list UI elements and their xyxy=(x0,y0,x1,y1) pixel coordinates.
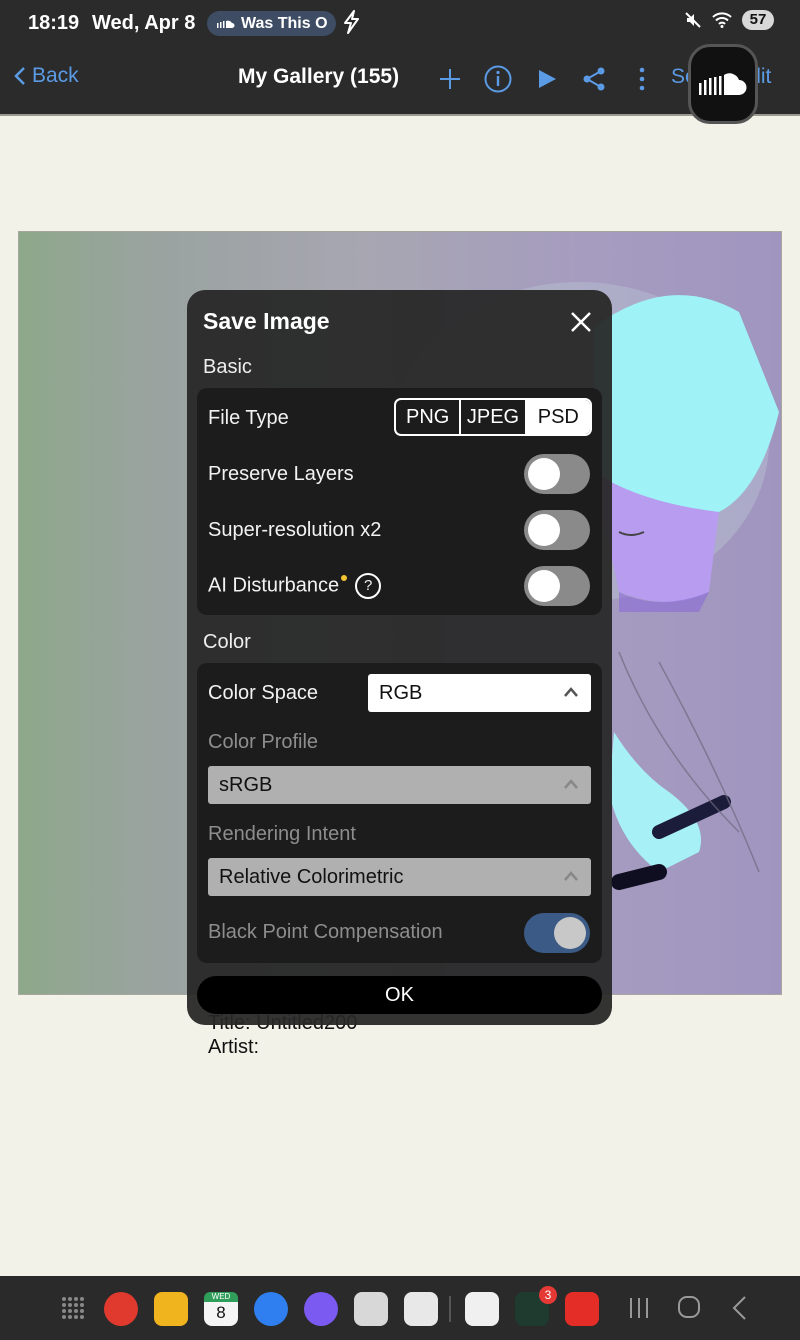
apps-grid-icon[interactable] xyxy=(61,1296,85,1320)
color-profile-label: Color Profile xyxy=(208,731,319,753)
recents-button[interactable] xyxy=(628,1296,650,1320)
rendering-intent-label: Rendering Intent xyxy=(208,823,356,845)
preserve-layers-label: Preserve Layers xyxy=(208,463,354,485)
ai-disturbance-toggle[interactable] xyxy=(524,566,590,606)
page-title: My Gallery (155) xyxy=(238,65,400,88)
color-profile-value: sRGB xyxy=(219,774,273,796)
dialog-title: Save Image xyxy=(203,308,330,334)
ai-disturbance-label: AI Disturbance xyxy=(208,574,340,597)
add-button[interactable] xyxy=(433,62,467,96)
dock-divider xyxy=(449,1296,451,1322)
super-resolution-label: Super-resolution x2 xyxy=(208,519,382,541)
battery-indicator: 57 xyxy=(742,10,774,30)
close-button[interactable] xyxy=(569,310,593,334)
ibispaint-app-icon[interactable] xyxy=(465,1292,499,1326)
file-type-psd[interactable]: PSD xyxy=(524,400,590,434)
app-folder-icon[interactable] xyxy=(404,1292,438,1326)
internet-app-icon[interactable] xyxy=(304,1292,338,1326)
charge-app-icon[interactable]: 3 xyxy=(515,1286,557,1326)
notification-badge: 3 xyxy=(539,1286,557,1304)
artwork-artist: Artist: xyxy=(208,1036,260,1058)
rendering-intent-select: Relative Colorimetric xyxy=(208,858,591,896)
files-app-icon[interactable] xyxy=(154,1292,188,1326)
media-pill[interactable]: Was This O xyxy=(207,11,336,36)
calendar-day: 8 xyxy=(216,1303,226,1322)
more-vertical-icon xyxy=(639,67,645,91)
toggle-knob xyxy=(528,570,560,602)
color-space-label: Color Space xyxy=(208,682,319,704)
share-button[interactable] xyxy=(577,62,611,96)
ai-disturbance-row: AI Disturbance? xyxy=(208,573,382,599)
youtube-app-icon[interactable] xyxy=(565,1292,599,1326)
black-point-compensation-label: Black Point Compensation xyxy=(208,921,443,943)
save-image-dialog: Save Image Basic File Type PNG JPEG PSD … xyxy=(187,290,612,1025)
more-button[interactable] xyxy=(625,62,659,96)
color-space-value: RGB xyxy=(379,682,423,704)
color-space-select[interactable]: RGB xyxy=(368,674,591,712)
color-profile-select: sRGB xyxy=(208,766,591,804)
color-panel: Color Space RGB Color Profile sRGB Rende… xyxy=(197,663,602,963)
wifi-icon xyxy=(712,12,732,28)
toggle-knob xyxy=(528,514,560,546)
chevron-up-icon xyxy=(564,779,578,789)
super-resolution-toggle[interactable] xyxy=(524,510,590,550)
media-pill-text: Was This O xyxy=(241,15,328,32)
preserve-layers-toggle[interactable] xyxy=(524,454,590,494)
file-type-label: File Type xyxy=(208,407,289,429)
calendar-month: WED xyxy=(204,1292,238,1302)
new-dot-icon xyxy=(341,575,348,581)
status-date: Wed, Apr 8 xyxy=(92,12,196,34)
black-point-compensation-toggle xyxy=(524,913,590,953)
status-time: 18:19 xyxy=(28,12,80,34)
soundcloud-icon xyxy=(699,73,747,95)
mute-icon xyxy=(685,12,701,28)
lightning-icon xyxy=(344,10,359,34)
chevron-up-icon xyxy=(564,687,578,697)
play-button[interactable] xyxy=(530,62,564,96)
close-icon xyxy=(571,312,591,332)
soundcloud-bubble[interactable] xyxy=(688,44,758,124)
taskbar: WED 8 3 xyxy=(0,1276,800,1340)
share-icon xyxy=(583,67,605,91)
toggle-knob xyxy=(528,458,560,490)
status-right: 57 xyxy=(684,10,774,30)
play-icon xyxy=(539,70,556,88)
info-button[interactable] xyxy=(481,62,515,96)
status-bar: 18:19 Wed, Apr 8 Was This O 57 xyxy=(0,0,800,46)
plus-icon xyxy=(440,69,460,89)
basic-panel: File Type PNG JPEG PSD Preserve Layers S… xyxy=(197,388,602,615)
calendar-app-icon[interactable]: WED 8 xyxy=(204,1292,238,1326)
messages-app-icon[interactable] xyxy=(254,1292,288,1326)
file-type-jpeg[interactable]: JPEG xyxy=(459,400,524,434)
chevron-up-icon xyxy=(564,871,578,881)
basic-section-label: Basic xyxy=(203,356,252,378)
file-type-selector: PNG JPEG PSD xyxy=(394,398,592,436)
back-nav-button[interactable] xyxy=(730,1295,748,1321)
home-button[interactable] xyxy=(677,1295,701,1319)
camera-app-icon[interactable] xyxy=(354,1292,388,1326)
nav-bar: Back My Gallery (155) Select/Edit xyxy=(0,46,800,116)
toggle-knob xyxy=(554,917,586,949)
color-section-label: Color xyxy=(203,631,251,653)
chevron-left-icon xyxy=(14,67,25,85)
back-button[interactable]: Back xyxy=(14,64,79,88)
ok-button[interactable]: OK xyxy=(197,976,602,1014)
soundcloud-small-icon xyxy=(217,20,235,28)
rendering-intent-value: Relative Colorimetric xyxy=(219,866,404,888)
help-icon[interactable]: ? xyxy=(355,573,382,599)
info-icon xyxy=(484,65,512,93)
file-type-png[interactable]: PNG xyxy=(396,400,459,434)
back-label: Back xyxy=(32,64,79,87)
notes-app-icon[interactable] xyxy=(104,1292,138,1326)
